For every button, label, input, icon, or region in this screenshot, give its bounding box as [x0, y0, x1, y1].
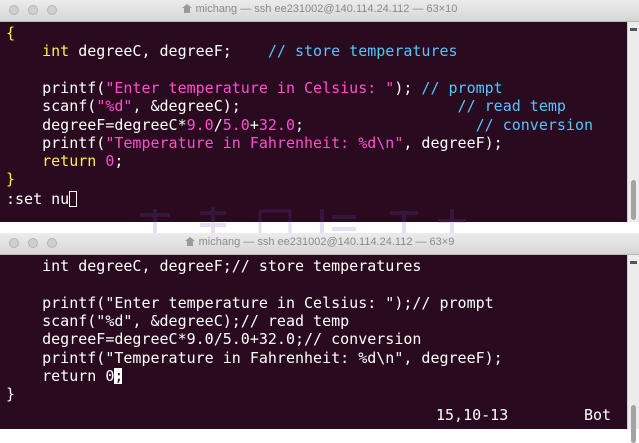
code-token: } — [6, 170, 16, 189]
code-token: // prompt — [421, 78, 503, 97]
code-token: return 0 — [6, 366, 115, 385]
code-token: printf("Enter temperature in Celsius: ")… — [6, 293, 494, 312]
code-token: printf("Temperature in Fahrenheit: %d\n"… — [6, 348, 503, 367]
code-token: "%d" — [96, 97, 133, 116]
code-token: printf( — [6, 78, 106, 97]
command-line: :set nu — [6, 189, 78, 208]
scrollbar-thumb[interactable] — [631, 405, 636, 443]
code-token: ); — [394, 78, 422, 97]
editor-text-area[interactable]: { int degreeC, degreeF; // store tempera… — [0, 22, 628, 222]
title-bar: michang — ssh ee231002@140.114.24.112 — … — [0, 0, 639, 22]
terminal-window-bottom: michang — ssh ee231002@140.114.24.112 — … — [0, 233, 639, 443]
code-token: printf( — [6, 133, 106, 152]
code-token: { — [6, 24, 16, 42]
code-line: degreeF=degreeC*9.0/5.0+32.0;// conversi… — [6, 330, 421, 348]
code-token: ; — [295, 115, 476, 134]
window-title-text: michang — ssh ee231002@140.114.24.112 — … — [195, 3, 458, 15]
scrollbar[interactable] — [627, 22, 639, 222]
home-icon — [181, 4, 192, 13]
command-text: :set nu — [6, 189, 70, 208]
code-token: / — [213, 115, 223, 134]
cursor-position: 15,10-13 — [436, 406, 509, 425]
code-token: // conversion — [475, 115, 594, 134]
code-token: scanf( — [6, 97, 97, 116]
code-line: } — [6, 170, 15, 188]
code-token: + — [249, 115, 259, 134]
code-token: 5.0 — [222, 115, 250, 134]
text-cursor — [69, 190, 78, 207]
code-line: scanf("%d", &degreeC);// read temp — [6, 312, 349, 330]
scroll-marker-icon — [630, 261, 637, 264]
window-title: michang — ssh ee231002@140.114.24.112 — … — [0, 236, 639, 248]
code-token: , &degreeC); — [132, 97, 458, 116]
window-title: michang — ssh ee231002@140.114.24.112 — … — [0, 3, 639, 15]
editor-text-area[interactable]: int degreeC, degreeF;// store temperatur… — [0, 255, 628, 429]
code-token: return — [42, 152, 97, 171]
scroll-marker-icon — [630, 28, 637, 31]
code-line: printf("Enter temperature in Celsius: ")… — [6, 294, 494, 312]
status-line: 15,10-13 Bot — [6, 406, 618, 424]
scrollbar[interactable] — [627, 255, 639, 443]
code-token: ; — [114, 152, 124, 171]
code-line: { — [6, 24, 15, 42]
terminal-window-top: michang — ssh ee231002@140.114.24.112 — … — [0, 0, 639, 222]
code-token: degreeC, degreeF; — [69, 42, 268, 61]
code-token: degreeF=degreeC*9.0/5.0+32.0;// conversi… — [6, 330, 422, 349]
scroll-position: Bot — [584, 406, 612, 425]
code-token: scanf("%d", &degreeC);// read temp — [6, 311, 350, 330]
code-line: printf("Enter temperature in Celsius: ")… — [6, 79, 503, 97]
code-token: "Temperature in Fahrenheit: %d\n" — [105, 133, 404, 152]
code-token: 9.0 — [186, 115, 214, 134]
code-line: int degreeC, degreeF;// store temperatur… — [6, 257, 421, 275]
code-token: // read temp — [457, 97, 566, 116]
code-token: 32.0 — [258, 115, 295, 134]
code-token: int — [42, 42, 70, 61]
title-bar: michang — ssh ee231002@140.114.24.112 — … — [0, 233, 639, 255]
scrollbar-thumb[interactable] — [631, 180, 636, 220]
code-token: } — [6, 385, 16, 404]
code-line: return 0; — [6, 152, 123, 170]
code-line: } — [6, 385, 15, 403]
code-token: , degreeF); — [403, 133, 503, 152]
code-line: int degreeC, degreeF; // store temperatu… — [6, 42, 458, 61]
code-token: // store temperatures — [267, 42, 458, 61]
code-line: return 0; — [6, 367, 123, 385]
code-line: scanf("%d", &degreeC); // read temp — [6, 97, 566, 115]
code-line: printf("Temperature in Fahrenheit: %d\n"… — [6, 349, 503, 367]
code-token: int degreeC, degreeF;// store temperatur… — [6, 257, 422, 275]
code-line: printf("Temperature in Fahrenheit: %d\n"… — [6, 134, 503, 152]
code-token: "Enter temperature in Celsius: " — [105, 78, 395, 97]
code-line: degreeF=degreeC*9.0/5.0+32.0; // convers… — [6, 116, 593, 134]
code-token: degreeF=degreeC* — [6, 115, 187, 134]
home-icon — [184, 237, 195, 246]
code-token: ; — [114, 366, 124, 385]
window-title-text: michang — ssh ee231002@140.114.24.112 — … — [198, 236, 455, 248]
